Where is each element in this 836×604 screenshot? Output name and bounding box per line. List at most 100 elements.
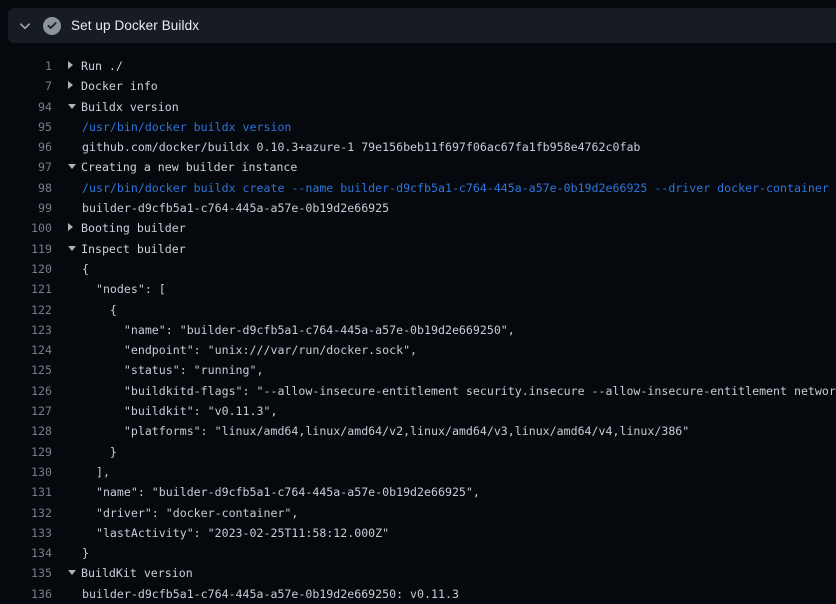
log-line-body[interactable]: Inspect builder: [52, 239, 186, 259]
log-line-body: "driver": "docker-container",: [52, 503, 298, 523]
expand-arrow-icon[interactable]: [68, 56, 81, 76]
group-title: Run ./: [81, 59, 123, 73]
expand-arrow-icon[interactable]: [68, 218, 81, 238]
step-title: Set up Docker Buildx: [71, 18, 199, 33]
log-line-body[interactable]: Buildx version: [52, 97, 179, 117]
line-number[interactable]: 96: [0, 137, 52, 157]
line-number[interactable]: 120: [0, 259, 52, 279]
log-row: 130 ],: [0, 462, 836, 482]
line-number[interactable]: 131: [0, 482, 52, 502]
line-number[interactable]: 130: [0, 462, 52, 482]
line-number[interactable]: 133: [0, 523, 52, 543]
log-row: 131 "name": "builder-d9cfb5a1-c764-445a-…: [0, 482, 836, 502]
log-row: 95/usr/bin/docker buildx version: [0, 117, 836, 137]
step-header[interactable]: Set up Docker Buildx: [8, 8, 836, 43]
log-line-body: "name": "builder-d9cfb5a1-c764-445a-a57e…: [52, 320, 515, 340]
log-text: "buildkit": "v0.11.3",: [82, 404, 277, 418]
log-row: 133 "lastActivity": "2023-02-25T11:58:12…: [0, 523, 836, 543]
line-number[interactable]: 125: [0, 360, 52, 380]
line-number[interactable]: 121: [0, 279, 52, 299]
line-number[interactable]: 98: [0, 178, 52, 198]
log-text: "name": "builder-d9cfb5a1-c764-445a-a57e…: [82, 485, 480, 499]
log-row: 120 {: [0, 259, 836, 279]
log-text: "name": "builder-d9cfb5a1-c764-445a-a57e…: [82, 323, 515, 337]
group-title: Buildx version: [81, 100, 179, 114]
line-number[interactable]: 1: [0, 56, 52, 76]
line-number[interactable]: 135: [0, 563, 52, 583]
log-line-body: "buildkit": "v0.11.3",: [52, 401, 277, 421]
line-number[interactable]: 94: [0, 97, 52, 117]
line-number[interactable]: 7: [0, 76, 52, 96]
log-line-body: /usr/bin/docker buildx create --name bui…: [52, 178, 829, 198]
log-row: 96 github.com/docker/buildx 0.10.3+azure-…: [0, 137, 836, 157]
line-number[interactable]: 128: [0, 421, 52, 441]
line-number[interactable]: 99: [0, 198, 52, 218]
log-row: 125 "status": "running",: [0, 360, 836, 380]
log-text: "lastActivity": "2023-02-25T11:58:12.000…: [82, 526, 389, 540]
line-number[interactable]: 100: [0, 218, 52, 238]
line-number[interactable]: 97: [0, 157, 52, 177]
log-row: 123 "name": "builder-d9cfb5a1-c764-445a-…: [0, 320, 836, 340]
log-text: /usr/bin/docker buildx version: [82, 120, 291, 134]
log-text: ],: [82, 465, 110, 479]
log-lines: 1 Run ./ 7 Docker info 94 Buildx version 95/us…: [0, 43, 836, 604]
line-number[interactable]: 129: [0, 442, 52, 462]
log-group-row[interactable]: 135 BuildKit version: [0, 563, 836, 583]
log-line-body: builder-d9cfb5a1-c764-445a-a57e-0b19d2e6…: [52, 198, 389, 218]
line-number[interactable]: 134: [0, 543, 52, 563]
log-group-row[interactable]: 7 Docker info: [0, 76, 836, 96]
collapse-arrow-icon[interactable]: [68, 157, 81, 177]
line-number[interactable]: 122: [0, 300, 52, 320]
log-row: 121 "nodes": [: [0, 279, 836, 299]
log-line-body[interactable]: BuildKit version: [52, 563, 193, 583]
log-text: "buildkitd-flags": "--allow-insecure-ent…: [82, 384, 836, 398]
log-row: 132 "driver": "docker-container",: [0, 503, 836, 523]
line-number[interactable]: 136: [0, 584, 52, 604]
log-group-row[interactable]: 100 Booting builder: [0, 218, 836, 238]
group-title: Inspect builder: [81, 242, 186, 256]
log-text: {: [82, 303, 117, 317]
chevron-down-icon[interactable]: [18, 19, 32, 33]
log-line-body[interactable]: Creating a new builder instance: [52, 157, 297, 177]
log-line-body[interactable]: Docker info: [52, 76, 158, 96]
log-text: "driver": "docker-container",: [82, 506, 298, 520]
collapse-arrow-icon[interactable]: [68, 97, 81, 117]
log-group-row[interactable]: 119 Inspect builder: [0, 239, 836, 259]
group-title: Docker info: [81, 79, 158, 93]
group-title: Booting builder: [81, 221, 186, 235]
log-line-body: {: [52, 300, 117, 320]
log-text: "endpoint": "unix:///var/run/docker.sock…: [82, 343, 417, 357]
line-number[interactable]: 126: [0, 381, 52, 401]
line-number[interactable]: 119: [0, 239, 52, 259]
log-row: 122 {: [0, 300, 836, 320]
check-circle-icon: [43, 17, 61, 35]
log-line-body: github.com/docker/buildx 0.10.3+azure-1 …: [52, 137, 640, 157]
log-line-body: "endpoint": "unix:///var/run/docker.sock…: [52, 340, 417, 360]
collapse-arrow-icon[interactable]: [68, 563, 81, 583]
group-title: BuildKit version: [81, 566, 193, 580]
log-line-body: "nodes": [: [52, 279, 166, 299]
log-group-row[interactable]: 1 Run ./: [0, 56, 836, 76]
log-line-body: "platforms": "linux/amd64,linux/amd64/v2…: [52, 421, 689, 441]
log-line-body[interactable]: Run ./: [52, 56, 123, 76]
log-text: }: [82, 546, 89, 560]
log-text: "status": "running",: [82, 363, 263, 377]
log-group-row[interactable]: 94 Buildx version: [0, 97, 836, 117]
log-line-body: "lastActivity": "2023-02-25T11:58:12.000…: [52, 523, 389, 543]
line-number[interactable]: 95: [0, 117, 52, 137]
log-line-body[interactable]: Booting builder: [52, 218, 186, 238]
log-text: "platforms": "linux/amd64,linux/amd64/v2…: [82, 424, 689, 438]
collapse-arrow-icon[interactable]: [68, 239, 81, 259]
line-number[interactable]: 127: [0, 401, 52, 421]
log-text: github.com/docker/buildx 0.10.3+azure-1 …: [82, 140, 640, 154]
line-number[interactable]: 132: [0, 503, 52, 523]
log-group-row[interactable]: 97Creating a new builder instance: [0, 157, 836, 177]
log-row: 124 "endpoint": "unix:///var/run/docker.…: [0, 340, 836, 360]
line-number[interactable]: 123: [0, 320, 52, 340]
log-line-body: "buildkitd-flags": "--allow-insecure-ent…: [52, 381, 836, 401]
log-line-body: /usr/bin/docker buildx version: [52, 117, 291, 137]
log-line-body: "status": "running",: [52, 360, 263, 380]
expand-arrow-icon[interactable]: [68, 76, 81, 96]
log-text: {: [82, 262, 89, 276]
line-number[interactable]: 124: [0, 340, 52, 360]
